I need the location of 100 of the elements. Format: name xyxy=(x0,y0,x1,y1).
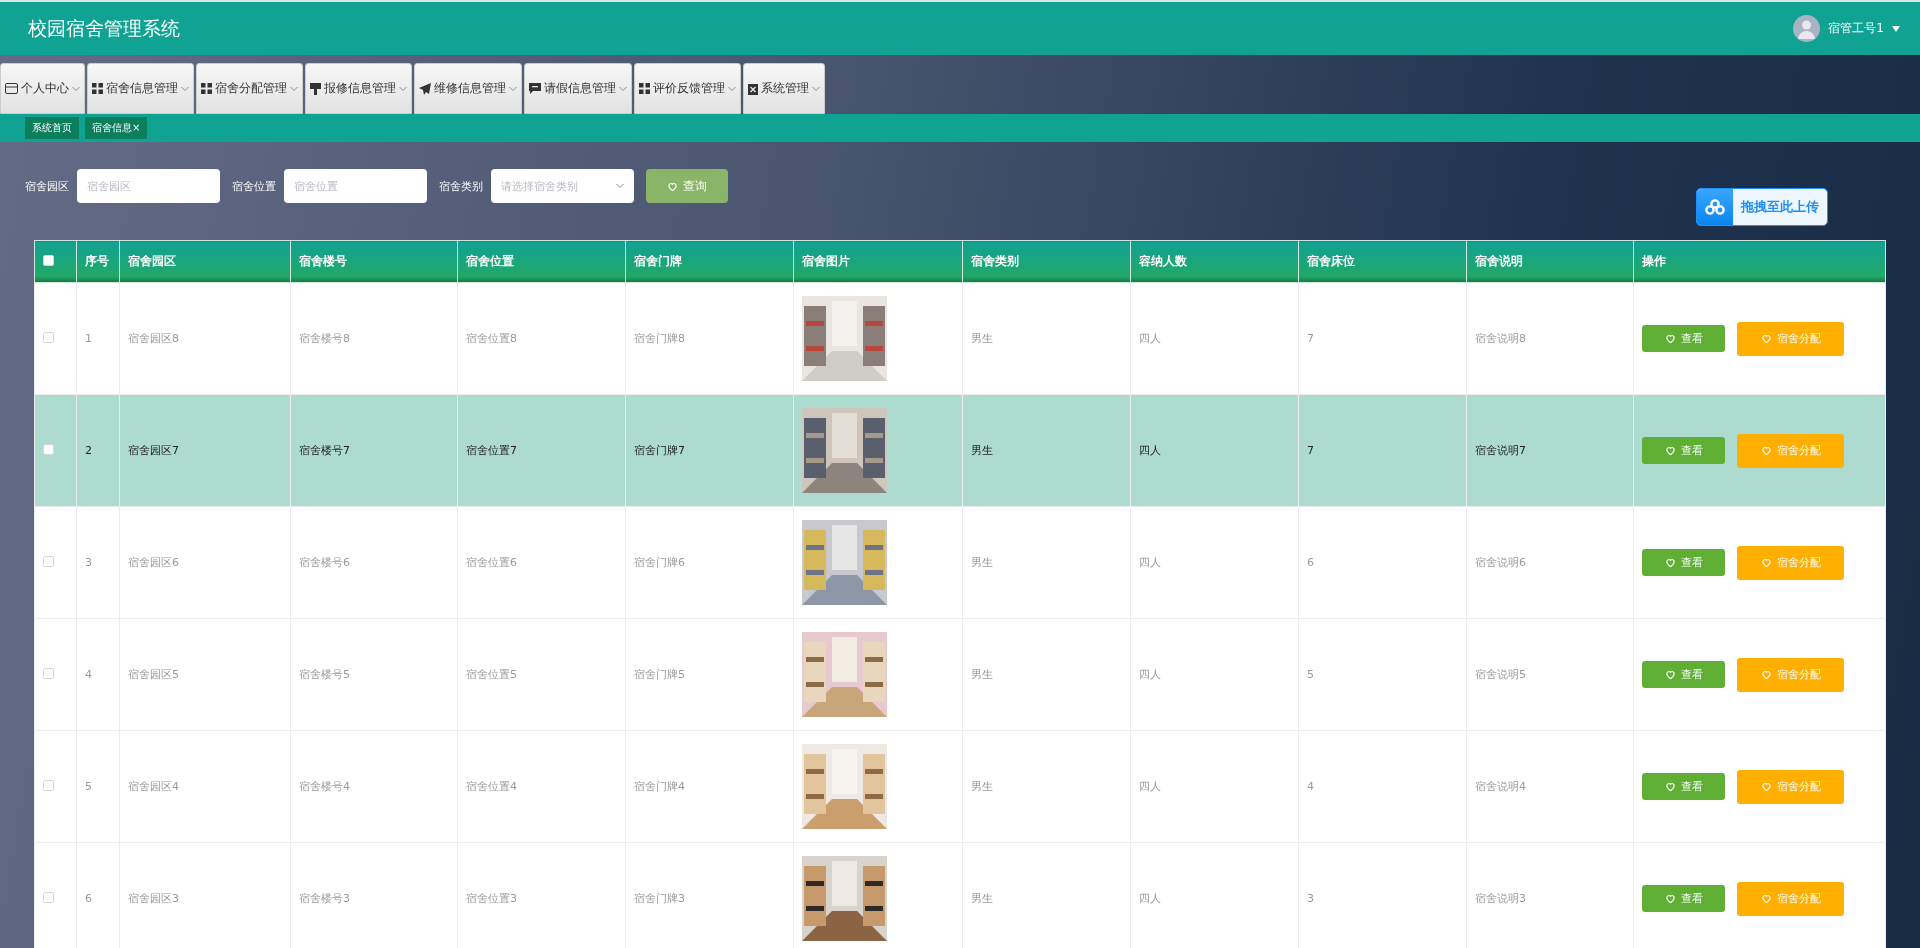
menu-tab[interactable]: 宿舍分配管理 xyxy=(196,63,303,114)
assign-button[interactable]: 宿舍分配 xyxy=(1737,545,1844,580)
breadcrumb-tab[interactable]: 宿舍信息× xyxy=(85,117,148,139)
table-cell: 宿舍位置7 xyxy=(457,394,626,507)
heart-icon xyxy=(1664,333,1676,344)
menu-tab[interactable]: 评价反馈管理 xyxy=(634,63,741,114)
table-cell: 4 xyxy=(1298,730,1467,843)
table-row[interactable]: 2 宿舍园区7 宿舍楼号7 宿舍位置7 宿舍门牌7 男生 四人 7 宿舍说明7 查看 宿舍分配 xyxy=(34,394,1886,507)
table-cell: 四人 xyxy=(1130,506,1299,619)
table-cell: 5 xyxy=(76,730,120,843)
table-cell: 四人 xyxy=(1130,618,1299,731)
table-cell: 四人 xyxy=(1130,394,1299,507)
view-button[interactable]: 查看 xyxy=(1642,437,1725,464)
cloud-icon xyxy=(1705,199,1725,215)
assign-button[interactable]: 宿舍分配 xyxy=(1737,321,1844,356)
table-row[interactable]: 6 宿舍园区3 宿舍楼号3 宿舍位置3 宿舍门牌3 男生 四人 3 宿舍说明3 查看 宿舍分配 xyxy=(34,842,1886,948)
heart-icon xyxy=(1760,445,1772,456)
view-button[interactable]: 查看 xyxy=(1642,549,1725,576)
field-label: 宿舍园区 xyxy=(25,178,69,194)
select-all-checkbox[interactable] xyxy=(43,254,54,266)
field-label: 宿舍类别 xyxy=(439,178,483,194)
assign-button[interactable]: 宿舍分配 xyxy=(1737,769,1844,804)
row-checkbox[interactable] xyxy=(43,555,54,567)
table-cell: 1 xyxy=(76,282,120,395)
table-cell: 宿舍楼号7 xyxy=(290,394,458,507)
upload-button[interactable]: 拖拽至此上传 xyxy=(1696,188,1828,226)
menu-tab[interactable]: 报修信息管理 xyxy=(305,63,412,114)
table-cell: 宿舍园区7 xyxy=(119,394,291,507)
table-cell: 宿舍位置4 xyxy=(457,730,626,843)
chevron-down-icon xyxy=(181,85,189,92)
table-cell: 宿舍楼号5 xyxy=(290,618,458,731)
table-cell: 宿舍楼号6 xyxy=(290,506,458,619)
table-cell: 宿舍门牌5 xyxy=(625,618,794,731)
chevron-down-icon xyxy=(509,85,517,92)
heart-icon xyxy=(1760,781,1772,792)
table-cell: 宿舍门牌4 xyxy=(625,730,794,843)
menu-tab[interactable]: 个人中心 xyxy=(0,63,85,114)
view-button[interactable]: 查看 xyxy=(1642,773,1725,800)
table-cell: 四人 xyxy=(1130,730,1299,843)
table-cell: 男生 xyxy=(962,394,1131,507)
view-button[interactable]: 查看 xyxy=(1642,885,1725,912)
chevron-down-icon xyxy=(619,85,627,92)
table-cell: 4 xyxy=(76,618,120,731)
breadcrumb-tab[interactable]: 系统首页 xyxy=(25,117,79,139)
column-header: 容纳人数 xyxy=(1130,240,1299,283)
row-checkbox[interactable] xyxy=(43,667,54,679)
field-label: 宿舍位置 xyxy=(232,178,276,194)
table-row[interactable]: 5 宿舍园区4 宿舍楼号4 宿舍位置4 宿舍门牌4 男生 四人 4 宿舍说明4 查看 宿舍分配 xyxy=(34,730,1886,843)
row-checkbox[interactable] xyxy=(43,331,54,343)
table-cell: 6 xyxy=(1298,506,1467,619)
table-cell: 四人 xyxy=(1130,282,1299,395)
table-row[interactable]: 3 宿舍园区6 宿舍楼号6 宿舍位置6 宿舍门牌6 男生 四人 6 宿舍说明6 查看 宿舍分配 xyxy=(34,506,1886,619)
assign-button[interactable]: 宿舍分配 xyxy=(1737,433,1844,468)
table-cell: 男生 xyxy=(962,506,1131,619)
select-field[interactable]: 请选择宿舍类别 xyxy=(491,169,634,203)
app-title: 校园宿舍管理系统 xyxy=(28,15,180,41)
table-cell: 宿舍园区5 xyxy=(119,618,291,731)
table-cell: 男生 xyxy=(962,282,1131,395)
table-row[interactable]: 1 宿舍园区8 宿舍楼号8 宿舍位置8 宿舍门牌8 男生 四人 7 宿舍说明8 查看 宿舍分配 xyxy=(34,282,1886,395)
table-cell: 2 xyxy=(76,394,120,507)
row-checkbox[interactable] xyxy=(43,779,54,791)
table-cell: 宿舍园区4 xyxy=(119,730,291,843)
caret-down-icon[interactable] xyxy=(1892,25,1900,32)
avatar xyxy=(1793,15,1821,42)
table-row[interactable]: 4 宿舍园区5 宿舍楼号5 宿舍位置5 宿舍门牌5 男生 四人 5 宿舍说明5 查看 宿舍分配 xyxy=(34,618,1886,731)
column-header: 操作 xyxy=(1633,240,1886,283)
column-header: 宿舍门牌 xyxy=(625,240,794,283)
chevron-down-icon xyxy=(290,85,298,92)
input-field[interactable]: 宿舍位置 xyxy=(284,169,427,203)
heart-icon xyxy=(1664,557,1676,568)
table-cell: 7 xyxy=(1298,282,1467,395)
user-name[interactable]: 宿管工号1 xyxy=(1828,20,1884,37)
assign-button[interactable]: 宿舍分配 xyxy=(1737,657,1844,692)
assign-button[interactable]: 宿舍分配 xyxy=(1737,881,1844,916)
heart-icon xyxy=(667,180,678,192)
grid-icon xyxy=(92,83,103,94)
menu-tab[interactable]: 请假信息管理 xyxy=(524,63,632,114)
column-header: 宿舍位置 xyxy=(457,240,626,283)
heart-icon xyxy=(1760,557,1772,568)
view-button[interactable]: 查看 xyxy=(1642,661,1725,688)
chevron-down-icon xyxy=(616,183,624,189)
grid-icon xyxy=(201,83,212,94)
row-checkbox[interactable] xyxy=(43,443,54,455)
menu-tab[interactable]: 系统管理 xyxy=(743,63,825,114)
query-button[interactable]: 查询 xyxy=(646,169,728,203)
brush-icon xyxy=(310,82,321,95)
column-header: 宿舍楼号 xyxy=(290,240,458,283)
column-header: 宿舍园区 xyxy=(119,240,291,283)
menu-tab[interactable]: 宿舍信息管理 xyxy=(87,63,194,114)
table-cell: 3 xyxy=(76,506,120,619)
menu-tab[interactable]: 维修信息管理 xyxy=(414,63,522,114)
paper-plane-icon xyxy=(419,82,431,95)
row-checkbox[interactable] xyxy=(43,891,54,903)
view-button[interactable]: 查看 xyxy=(1642,325,1725,352)
table-cell: 5 xyxy=(1298,618,1467,731)
table-cell: 宿舍楼号4 xyxy=(290,730,458,843)
heart-icon xyxy=(1760,893,1772,904)
input-field[interactable]: 宿舍园区 xyxy=(77,169,220,203)
heart-icon xyxy=(1664,445,1676,456)
table-cell: 宿舍说明8 xyxy=(1466,282,1634,395)
